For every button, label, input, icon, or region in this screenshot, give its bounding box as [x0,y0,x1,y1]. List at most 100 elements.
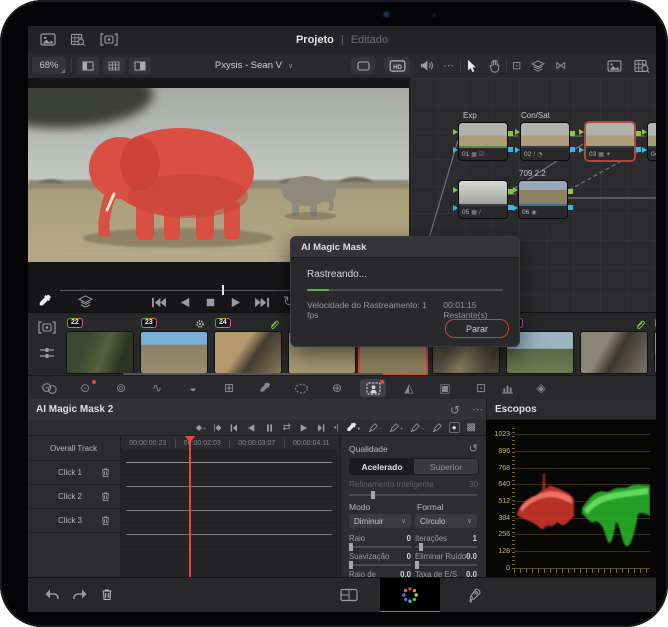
view-mode-single-icon[interactable] [77,57,99,74]
more-options-icon[interactable]: ⋯ [443,59,455,72]
picker-add-icon[interactable]: ₊ [346,422,361,433]
node-editor-icon[interactable]: ⊡ [512,59,521,72]
layers-icon[interactable] [531,60,545,72]
trash-icon[interactable] [100,515,111,526]
gallery-grid-icon[interactable] [70,33,86,46]
dialog-title-bar[interactable]: AI Magic Mask [291,237,519,258]
param-slider[interactable] [349,543,411,551]
undo-icon[interactable] [44,588,60,602]
sizing-icon[interactable]: ⊡ [468,379,494,397]
timeline-clip[interactable] [580,331,648,374]
keyframe-bar[interactable] [126,510,332,511]
timeline-clip[interactable]: 22 [66,318,134,374]
track-content-area[interactable] [120,450,338,577]
eyedropper-icon[interactable] [38,294,52,308]
track-row-click1[interactable]: Click 1 [28,460,120,485]
add-track-point-icon[interactable]: ◆₊ [196,423,206,432]
mask-overlay-toggle[interactable]: ● [448,422,460,433]
pan-hand-icon[interactable] [488,59,501,73]
proxy-hd-icon[interactable] [384,57,410,74]
hdr-wheel-icon[interactable]: ⊚ [108,379,134,397]
play-reverse-icon[interactable] [179,296,192,309]
trash-icon[interactable] [100,491,111,502]
redo-icon[interactable] [72,588,88,602]
curves-icon[interactable]: ∿ [144,379,170,397]
pause-icon[interactable] [264,423,275,433]
clips-sort-icon[interactable] [39,347,55,359]
lut-browser-icon[interactable] [634,59,650,73]
color-page-tab-active[interactable] [380,578,440,612]
clip-name-dropdown[interactable]: Pxysis - Sean V ∨ [179,60,329,71]
delete-icon[interactable] [100,587,114,602]
timeline-ruler[interactable]: 00:00:00:23 00:00:02:03 00:00:03:07 00:0… [120,436,338,451]
stroke-remove-icon[interactable]: ₋ [410,423,425,433]
blend-icon[interactable]: ◭ [396,379,422,397]
quality-option-accelerated[interactable]: Acelerado [350,459,414,474]
mode-dropdown[interactable]: Diminuir ∨ [349,514,411,528]
keyframes-diamond-icon[interactable]: ◈ [528,379,554,397]
deliver-rocket-icon[interactable] [466,587,482,603]
project-title[interactable]: Projeto [296,34,334,46]
mixer-icon[interactable]: ⋈ [555,59,566,72]
pointer-tool-icon[interactable] [466,59,477,73]
stills-gallery-icon[interactable] [607,60,622,72]
node-06[interactable]: 06 ◉ [513,180,573,219]
cut-page-icon[interactable] [340,588,358,602]
go-last-icon[interactable] [316,423,327,433]
shape-dropdown[interactable]: Círculo ∨ [415,514,477,528]
go-first-icon[interactable] [228,423,239,433]
timeline-clip[interactable]: 30 [654,318,656,374]
timeline-playhead[interactable] [189,441,191,577]
track-range-icon[interactable]: |◆ [213,423,221,432]
skip-last-frame-icon[interactable] [254,296,271,309]
node-01[interactable]: 01 ▦ ☑ [453,122,513,161]
matte-view-icon[interactable]: ▩ [467,422,476,433]
canvas-icon[interactable]: ▣ [432,379,458,397]
node-04[interactable]: 04 [642,122,656,161]
gear-icon[interactable] [195,319,205,329]
power-window-icon[interactable] [288,379,314,397]
view-mode-split-icon[interactable] [129,57,151,74]
stop-icon[interactable] [204,296,217,309]
qualifier-icon[interactable]: ◒ [180,379,206,397]
refinement-slider[interactable] [349,491,477,499]
stroke-add-icon[interactable]: ₊ [389,423,403,433]
clips-view-icon[interactable] [100,33,118,46]
stop-button[interactable]: Parar [445,319,509,338]
picker-remove-icon[interactable]: ₋ [368,423,382,433]
scopes-chart-icon[interactable] [494,379,520,397]
more-options-icon[interactable]: ⋯ [472,403,484,416]
track-row-click2[interactable]: Click 2 [28,484,120,509]
eraser-icon[interactable] [432,423,442,433]
param-slider[interactable] [415,561,477,569]
timeline-clip[interactable]: 23 [140,318,208,374]
color-wheels-icon[interactable] [36,379,62,397]
node-02[interactable]: 02 ∕ ◔ [515,122,575,161]
paperclip-icon[interactable] [269,319,279,329]
trash-icon[interactable] [100,467,111,478]
param-slider[interactable] [415,543,477,551]
param-slider[interactable] [349,561,411,569]
track-row-overall[interactable]: Overall Track [28,436,120,461]
timeline-clip[interactable]: 24 [214,318,282,374]
gallery-icon[interactable] [40,33,56,46]
scopes-header[interactable]: Escopos [486,399,656,420]
track-reverse-icon[interactable] [246,423,257,433]
track-row-click3[interactable]: Click 3 [28,508,120,533]
primaries-wheel-icon[interactable]: ⊙ [72,379,98,397]
node-05[interactable]: 05 ▦ ∕ [453,180,513,219]
paperclip-icon[interactable] [635,319,645,329]
blur-mesh-icon[interactable]: ⊞ [216,379,242,397]
tracker-icon[interactable]: ⊕ [324,379,350,397]
keyframe-bar[interactable] [126,462,332,463]
magic-mask-icon[interactable] [360,379,386,397]
keyframe-bar[interactable] [126,534,332,535]
bypass-grades-icon[interactable] [351,57,375,74]
audio-mute-icon[interactable] [419,59,434,72]
track-to-end-icon[interactable]: •| [334,423,339,432]
skip-first-frame-icon[interactable] [150,296,167,309]
track-forward-icon[interactable] [298,423,309,433]
picker-icon[interactable] [252,379,278,397]
node-03-selected[interactable]: 03 ▦ ✦ [579,122,641,161]
quality-reset-icon[interactable]: ↺ [469,442,478,455]
